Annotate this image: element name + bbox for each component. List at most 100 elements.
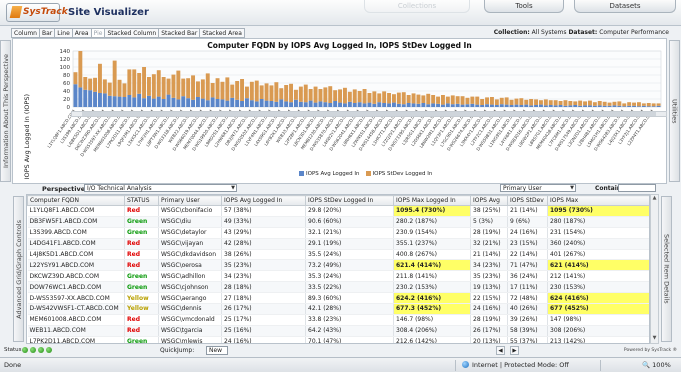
security-zone[interactable]: Internet | Protected Mode: Off [462, 361, 569, 369]
contains-input[interactable] [618, 184, 656, 192]
chart-type-pie[interactable]: Pie [91, 28, 106, 38]
bar-stdev [210, 83, 215, 98]
table-row[interactable]: D-WS42VWSF1-CT.ABCD.COM Yellow WSGC\dennis… [27, 303, 649, 315]
column-header[interactable]: IOPS Avg Logged In [221, 195, 306, 206]
table-row[interactable]: L7PK2D11.ABCD.COM Green WSGC\mlewis 24 (16%… [27, 336, 649, 343]
status-badge: Red [124, 314, 159, 326]
bar-stdev [97, 63, 102, 93]
chart-type-column[interactable]: Column [11, 28, 40, 38]
chart-type-line[interactable]: Line [55, 28, 73, 38]
scroll-up-icon[interactable]: ▲ [651, 195, 658, 203]
table-cell: 1095 (730%) [547, 205, 649, 217]
column-header[interactable]: Computer FQDN [27, 195, 125, 206]
page-next-button[interactable]: ▶ [510, 346, 519, 355]
chevron-down-icon: ▼ [231, 185, 235, 191]
status-divider [455, 360, 456, 371]
tab-tools[interactable]: Tools [484, 0, 564, 13]
bar-avg [543, 105, 548, 107]
status-row: Status QuickJump: New ◀ ▶ Powered by Sys… [0, 345, 681, 356]
side-tab-selected-item-details[interactable]: Selected Item Details [661, 196, 672, 342]
column-header[interactable]: IOPS Max [547, 195, 649, 206]
bar-stdev [181, 78, 186, 97]
table-row[interactable]: D-WS53597-XX.ABCD.COM Yellow WSGC\aerango 2… [27, 292, 649, 305]
table-row[interactable]: DB3FW5F1.ABCD.COM Green WSGC\diu 49 (33%) 90… [27, 216, 649, 228]
column-header[interactable]: IOPS Avg [470, 195, 508, 206]
table-row[interactable]: L1YLQ8F1.ABCD.COM Red WSGC\cbonifacio 57 (3… [27, 205, 649, 217]
bar-stdev [200, 79, 205, 99]
tab-collections[interactable]: Collections [364, 0, 470, 13]
chart-type-stacked-bar[interactable]: Stacked Bar [159, 28, 201, 38]
bar-avg [303, 102, 308, 107]
security-zone-text: Internet | Protected Mode: Off [472, 361, 569, 369]
perspective-select[interactable]: I/O Technical Analysis ▼ [84, 184, 237, 192]
bar-avg [455, 103, 460, 107]
bar-avg [93, 91, 98, 107]
chart-type-area[interactable]: Area [72, 28, 92, 38]
bar-avg [191, 99, 196, 107]
page-prev-button[interactable]: ◀ [496, 346, 505, 355]
status-badge: Red [124, 259, 159, 272]
bar-avg [475, 104, 480, 107]
column-header[interactable]: IOPS Max Logged In [393, 195, 471, 206]
bar-stdev [607, 102, 612, 106]
table-cell: WSGC\vmcdonald [158, 314, 222, 326]
chart-scroll-thumb[interactable] [82, 112, 656, 116]
bar-avg [235, 99, 240, 107]
bar-stdev [465, 97, 470, 105]
table-row[interactable]: DOW76WC1.ABCD.COM Green WSGC\cjohnson 28 (1… [27, 281, 649, 294]
tab-datasets[interactable]: Datasets [574, 0, 676, 13]
y-tick-label: 80 [63, 73, 70, 79]
bar-avg [249, 100, 254, 107]
status-badge: Green [124, 216, 159, 228]
table-row[interactable]: WEB11.ABCD.COM Red WSGC\tgarcia 25 (16%) 64.… [27, 325, 649, 337]
bar-avg [509, 105, 514, 107]
bar-stdev [161, 77, 166, 99]
bar-stdev [274, 82, 279, 102]
bar-stdev [230, 84, 235, 98]
side-tab-advanced-controls[interactable]: Advanced Grid/Graph Controls [13, 196, 24, 342]
bar-avg [529, 105, 534, 107]
bar-stdev [489, 97, 494, 105]
chart-horizontal-scrollbar[interactable] [71, 111, 667, 117]
column-header[interactable]: IOPS StDev [507, 195, 548, 206]
table-row[interactable]: L3S399.ABCD.COM Green WSGC\detaylor 43 (29%… [27, 227, 649, 239]
bar-stdev [401, 92, 406, 105]
table-row[interactable]: MEM601008.ABCD.COM Red WSGC\vmcdonald 25 (1… [27, 314, 649, 326]
bar-stdev [455, 96, 460, 104]
bar-avg [583, 105, 588, 107]
column-header[interactable]: Primary User [158, 195, 222, 206]
table-row[interactable]: L4J8K5D1.ABCD.COM Red WSGC\dkdavidson 38 (2… [27, 249, 649, 261]
chart-type-bar[interactable]: Bar [39, 28, 56, 38]
bar-avg [553, 105, 558, 107]
table-row[interactable]: L4DG41F1.ABCD.COM Red WSGC\vijayan 42 (28%)… [27, 238, 649, 250]
bar-stdev [269, 85, 274, 101]
column-header[interactable]: STATUS [124, 195, 159, 206]
bar-avg [563, 105, 568, 107]
table-row[interactable]: L22YSY91.ABCD.COM Red WSGC\oerosa 35 (23%) 7… [27, 259, 649, 272]
bar-stdev [328, 86, 333, 103]
grid-vertical-scrollbar[interactable]: ▲ ▼ [650, 194, 659, 344]
bar-stdev [362, 89, 367, 104]
side-tab-utilities[interactable]: Utilities [669, 40, 680, 182]
table-cell: 33.8 (23%) [305, 314, 394, 326]
table-cell: 230 (153%) [547, 281, 649, 294]
column-header[interactable]: IOPS StDev Logged In [305, 195, 394, 206]
bar-avg [284, 101, 289, 107]
bar-stdev [480, 99, 485, 105]
chart-type-stacked-column[interactable]: Stacked Column [105, 28, 160, 38]
quickjump-select[interactable]: New [206, 346, 228, 355]
side-tab-information[interactable]: Information About This Perspective [0, 40, 11, 182]
bar-stdev [146, 77, 151, 96]
status-divider [600, 360, 601, 371]
bar-avg [499, 104, 504, 107]
scroll-down-icon[interactable]: ▼ [651, 335, 658, 343]
filter-column-select-value: Primary User [503, 185, 542, 192]
bar-avg [186, 98, 191, 107]
filter-column-select[interactable]: Primary User ▼ [500, 184, 576, 192]
bar-avg [240, 101, 245, 107]
chart-type-stacked-area[interactable]: Stacked Area [200, 28, 245, 38]
table-row[interactable]: DKCWZ39D.ABCD.COM Green WSGC\adhillon 34 (2… [27, 270, 649, 283]
bar-stdev [254, 80, 259, 102]
zoom-level[interactable]: 🔍 100% [642, 361, 671, 369]
y-tick-label: 100 [60, 65, 71, 71]
